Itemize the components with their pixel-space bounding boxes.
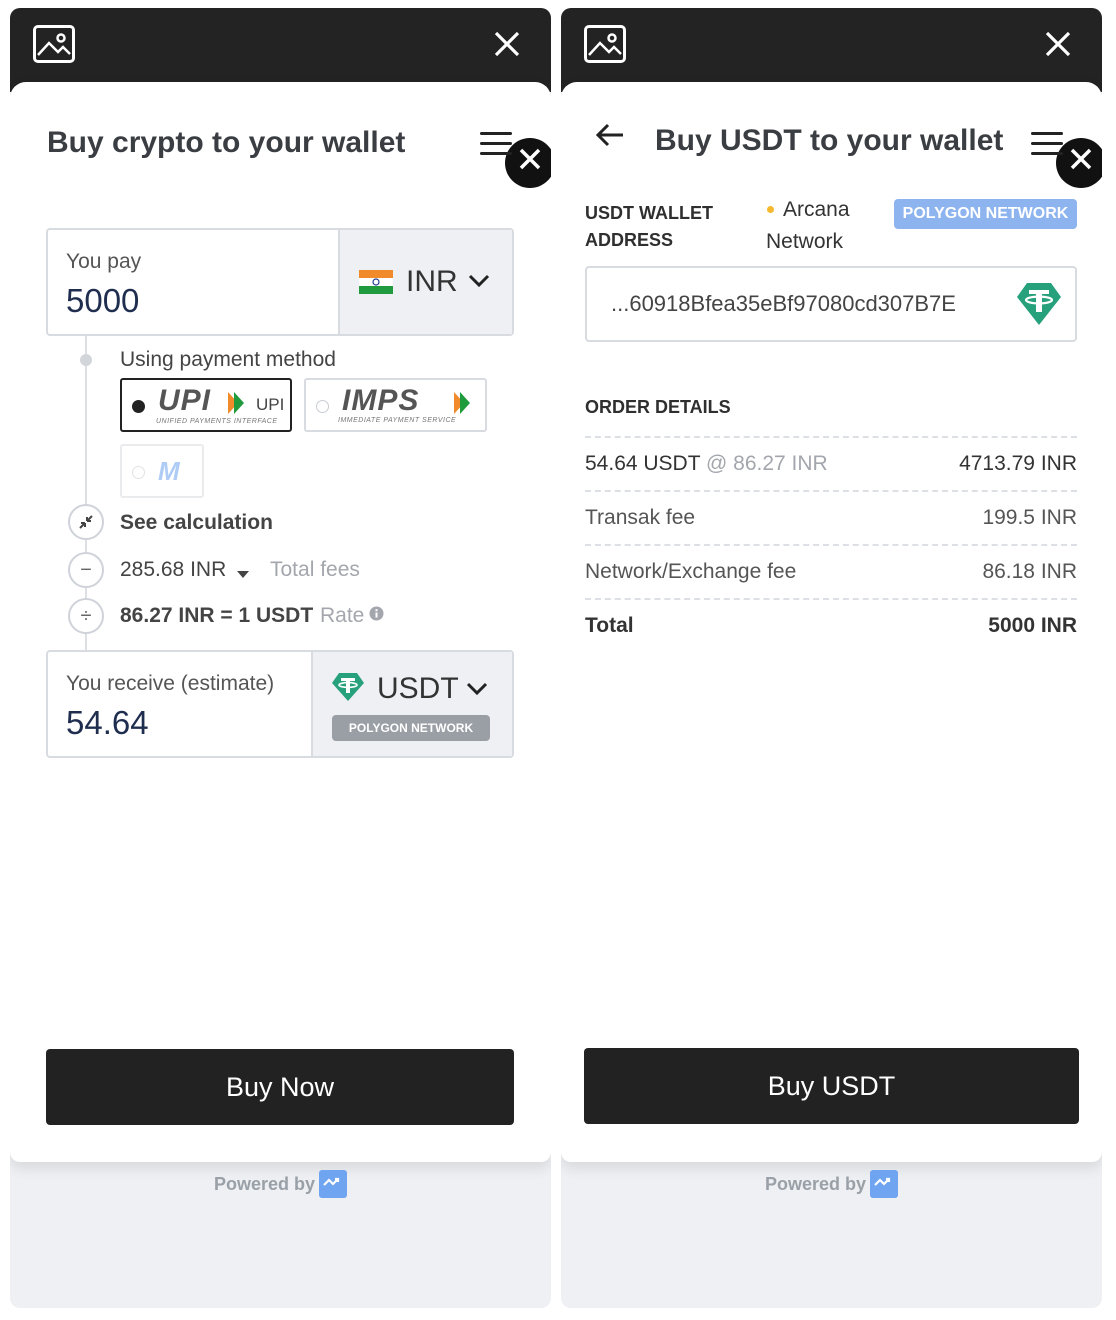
wallet-address-caption: USDT WALLET ADDRESS: [585, 200, 713, 254]
page-title: Buy USDT to your wallet: [655, 124, 1004, 157]
payment-method-label: Using payment method: [120, 348, 336, 371]
pay-label: You pay: [66, 250, 142, 273]
order-total-key: Total: [585, 614, 634, 637]
tether-icon: [1017, 283, 1061, 325]
payment-option-upi[interactable]: UPI UPI UNIFIED PAYMENTS INTERFACE: [120, 378, 292, 432]
wallet-caption-line1: USDT WALLET: [585, 203, 713, 223]
left-panel: Buy crypto to your wallet You pay 5000 I…: [10, 8, 551, 1308]
crypto-selector[interactable]: USDT POLYGON NETWORK: [311, 652, 512, 756]
tether-icon: [332, 673, 364, 701]
imps-arrow-icon: [454, 392, 470, 414]
receive-label: You receive (estimate): [66, 672, 275, 695]
wallet-address-field[interactable]: ...60918Bfea35eBf97080cd307B7E: [585, 266, 1077, 342]
chevron-down-icon: [466, 682, 488, 696]
order-row-value: 86.18 INR: [982, 560, 1077, 583]
wallet-caption-line2: ADDRESS: [585, 230, 674, 250]
imps-subtitle: IMMEDIATE PAYMENT SERVICE: [338, 417, 457, 424]
info-icon[interactable]: [369, 606, 384, 621]
powered-by: Powered by: [764, 1170, 899, 1198]
upi-name: UPI: [256, 395, 285, 414]
powered-by-text: Powered by: [764, 1173, 867, 1194]
wallet-address-value: ...60918Bfea35eBf97080cd307B7E: [611, 291, 956, 316]
image-icon[interactable]: [33, 25, 75, 63]
radio-selected: [132, 400, 145, 413]
upi-logo: UPI: [158, 384, 212, 417]
order-row-value: 4713.79 INR: [959, 452, 1077, 475]
wallet-network-line1: Arcana: [783, 198, 850, 221]
buy-now-button[interactable]: Buy Now: [46, 1049, 514, 1125]
upi-arrow-icon: [228, 392, 244, 414]
india-flag-icon: [359, 270, 393, 294]
polygon-network-badge: POLYGON NETWORK: [894, 199, 1077, 229]
receive-currency: USDT: [377, 672, 459, 705]
buy-usdt-button[interactable]: Buy USDT: [584, 1048, 1079, 1124]
caret-down-icon[interactable]: [236, 570, 250, 579]
imps-logo: IMPS: [342, 384, 420, 417]
menu-icon[interactable]: [1031, 132, 1063, 156]
currency-selector[interactable]: INR: [338, 230, 512, 334]
total-fees-value: 285.68 INR: [120, 558, 227, 581]
page-title: Buy crypto to your wallet: [47, 126, 406, 159]
order-row-value: 199.5 INR: [982, 506, 1077, 529]
powered-by: Powered by: [213, 1170, 348, 1198]
order-row-key: Network/Exchange fee: [585, 560, 797, 583]
powered-by-text: Powered by: [213, 1173, 316, 1194]
order-total-value: 5000 INR: [988, 614, 1077, 637]
payment-option-imps[interactable]: IMPS IMMEDIATE PAYMENT SERVICE: [304, 378, 487, 432]
top-bar: [561, 8, 1102, 92]
total-fees-label: Total fees: [270, 558, 360, 581]
order-row-key: Transak fee: [585, 506, 696, 529]
rate-label: Rate: [320, 604, 365, 627]
pay-currency: INR: [406, 265, 458, 298]
crypto-rate: @ 86.27 INR: [706, 452, 828, 475]
timeline-dot: [80, 354, 92, 366]
image-icon[interactable]: [584, 25, 626, 63]
see-calculation-link[interactable]: See calculation: [120, 511, 273, 535]
close-icon[interactable]: [1042, 28, 1074, 60]
order-row: 54.64 USDT @ 86.27 INR 4713.79 INR: [585, 436, 1077, 488]
wallet-logo: M: [158, 456, 181, 486]
widget-card: Buy crypto to your wallet You pay 5000 I…: [10, 82, 551, 1162]
pay-box: You pay 5000 INR: [46, 228, 514, 336]
close-icon[interactable]: [491, 28, 523, 60]
radio-unselected: [316, 400, 329, 413]
collapse-icon[interactable]: [68, 504, 104, 540]
network-badge: POLYGON NETWORK: [332, 715, 490, 741]
receive-box: You receive (estimate) 54.64 USDT POLYGO…: [46, 650, 514, 758]
order-row: Network/Exchange fee 86.18 INR: [585, 544, 1077, 596]
top-bar: [10, 8, 551, 92]
divide-icon: ÷: [68, 598, 104, 634]
transak-logo-icon: [870, 1170, 899, 1198]
order-details-heading: ORDER DETAILS: [585, 397, 731, 417]
wallet-network-line2: Network: [766, 230, 844, 253]
footer: Powered by: [10, 1170, 551, 1198]
order-row: Transak fee 199.5 INR: [585, 490, 1077, 542]
crypto-amount: 54.64 USDT: [585, 452, 701, 475]
widget-card: Buy USDT to your wallet USDT WALLET ADDR…: [561, 82, 1102, 1162]
chevron-down-icon: [468, 274, 490, 288]
network-status-dot: [767, 206, 774, 213]
order-row-key: 54.64 USDT @ 86.27 INR: [585, 452, 828, 476]
rate-value: 86.27 INR = 1 USDT: [120, 604, 314, 627]
receive-amount: 54.64: [66, 704, 149, 741]
back-arrow-icon[interactable]: [595, 122, 625, 148]
right-panel: Buy USDT to your wallet USDT WALLET ADDR…: [561, 8, 1102, 1308]
upi-subtitle: UNIFIED PAYMENTS INTERFACE: [156, 418, 278, 425]
radio-unselected: [132, 466, 145, 479]
minus-icon: −: [68, 552, 104, 588]
footer: Powered by: [561, 1170, 1102, 1198]
transak-logo-icon: [319, 1170, 348, 1198]
payment-option-wallet[interactable]: M: [120, 444, 204, 498]
pay-amount-input[interactable]: 5000: [66, 282, 139, 320]
order-total-row: Total 5000 INR: [585, 598, 1077, 650]
menu-icon[interactable]: [480, 132, 512, 156]
